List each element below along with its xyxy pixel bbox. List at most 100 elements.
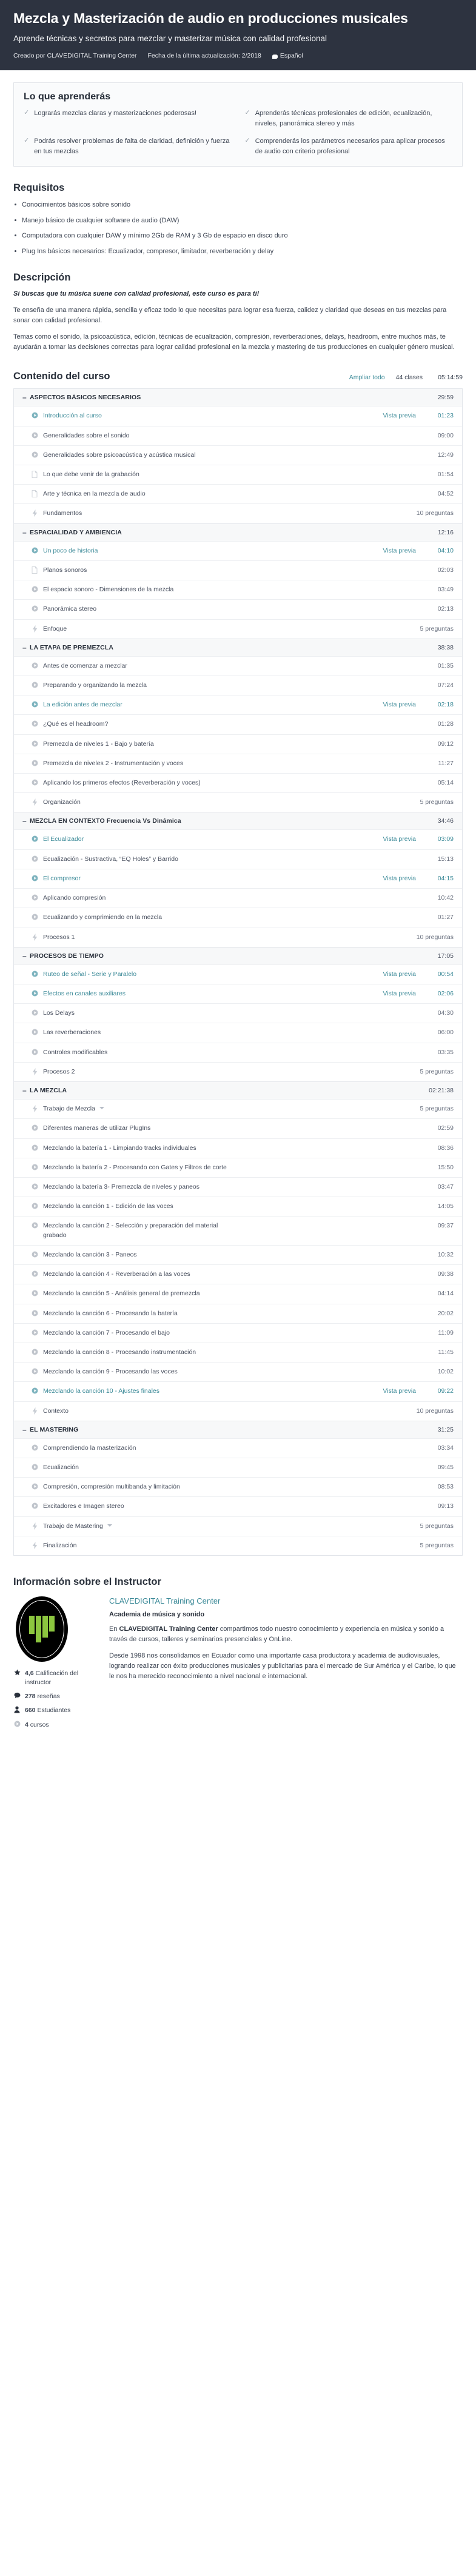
expand-all-link[interactable]: Ampliar todo [349, 374, 385, 381]
lecture-row[interactable]: Arte y técnica en la mezcla de audio 04:5… [14, 484, 462, 504]
preview-link[interactable]: Vista previa [383, 875, 416, 882]
curriculum-section-header[interactable]: – EL MASTERING 31:25 [14, 1421, 462, 1438]
curriculum-section-header[interactable]: – PROCESOS DE TIEMPO 17:05 [14, 947, 462, 964]
preview-link[interactable]: Vista previa [383, 990, 416, 997]
lecture-title: Mezclando la canción 5 - Análisis genera… [43, 1290, 200, 1298]
lecture-row[interactable]: Generalidades sobre psicoacústica y acús… [14, 445, 462, 465]
lecture-row[interactable]: Premezcla de niveles 1 - Bajo y batería 0… [14, 734, 462, 754]
lecture-meta: 04:30 [426, 1009, 454, 1017]
lecture-row[interactable]: Trabajo de Mastering 5 preguntas [14, 1516, 462, 1536]
chevron-down-icon[interactable] [107, 1524, 112, 1527]
preview-link[interactable]: Vista previa [383, 701, 416, 708]
requirements-title: Requisitos [13, 182, 65, 194]
preview-link[interactable]: Vista previa [383, 835, 416, 843]
curriculum-section-header[interactable]: – ASPECTOS BÁSICOS NECESARIOS 29:59 [14, 389, 462, 407]
curriculum-section-header[interactable]: – LA MEZCLA 02:21:38 [14, 1082, 462, 1100]
lecture-row[interactable]: Procesos 1 10 preguntas [14, 927, 462, 947]
lecture-row[interactable]: Enfoque 5 preguntas [14, 619, 462, 639]
preview-link[interactable]: Vista previa [383, 412, 416, 419]
description-section: Descripción Si buscas que tu música suen… [13, 272, 463, 353]
lecture-row[interactable]: Mezclando la canción 2 - Selección y pre… [14, 1216, 462, 1245]
lecture-row[interactable]: Efectos en canales auxiliares Vista previ… [14, 984, 462, 1004]
lecture-row[interactable]: Mezclando la canción 8 - Procesando inst… [14, 1342, 462, 1363]
play-icon [30, 1183, 39, 1190]
preview-link[interactable]: Vista previa [383, 1387, 416, 1395]
lecture-row[interactable]: ¿Qué es el headroom? 01:28 [14, 714, 462, 734]
lecture-row[interactable]: Generalidades sobre el sonido 09:00 [14, 425, 462, 445]
collapse-toggle-icon[interactable]: – [22, 1087, 30, 1094]
lecture-row[interactable]: Comprendiendo la masterización 03:34 [14, 1438, 462, 1458]
lecture-row[interactable]: Ecualización 09:45 [14, 1458, 462, 1478]
lecture-row[interactable]: El compresor Vista previa 04:15 [14, 868, 462, 889]
lecture-row[interactable]: Los Delays 04:30 [14, 1003, 462, 1023]
lecture-row[interactable]: Mezclando la canción 3 - Paneos 10:32 [14, 1244, 462, 1265]
lecture-row[interactable]: Ecualización - Sustractiva, “EQ Holes” y… [14, 849, 462, 869]
lecture-row[interactable]: Preparando y organizando la mezcla 07:24 [14, 675, 462, 695]
lecture-row[interactable]: Mezclando la canción 5 - Análisis genera… [14, 1284, 462, 1304]
curriculum-section: – EL MASTERING 31:25 Comprendiendo la maste… [14, 1420, 462, 1556]
lecture-row[interactable]: Premezcla de niveles 2 - Instrumentación… [14, 753, 462, 774]
lecture-title: Mezclando la canción 1 - Edición de las … [43, 1203, 173, 1210]
lecture-title: Las reverberaciones [43, 1029, 101, 1037]
collapse-toggle-icon[interactable]: – [22, 817, 30, 825]
collapse-toggle-icon[interactable]: – [22, 1426, 30, 1433]
preview-link[interactable]: Vista previa [383, 547, 416, 554]
chevron-down-icon[interactable] [99, 1107, 104, 1110]
lecture-row[interactable]: Antes de comenzar a mezclar 01:35 [14, 656, 462, 676]
lecture-row[interactable]: Un poco de historia Vista previa 04:10 [14, 540, 462, 560]
lecture-duration: 02:59 [437, 1124, 454, 1132]
comment-icon [13, 1692, 21, 1701]
collapse-toggle-icon[interactable]: – [22, 644, 30, 651]
lecture-title: Mezclando la canción 7 - Procesando el b… [43, 1329, 170, 1336]
lecture-row[interactable]: Excitadores e Imagen stereo 09:13 [14, 1496, 462, 1516]
lecture-row[interactable]: Controles modificables 03:35 [14, 1042, 462, 1062]
lecture-row[interactable]: Mezclando la canción 7 - Procesando el b… [14, 1323, 462, 1343]
lecture-row[interactable]: Lo que debe venir de la grabación 01:54 [14, 464, 462, 485]
lecture-row[interactable]: Mezclando la canción 6 - Procesando la b… [14, 1303, 462, 1323]
collapse-toggle-icon[interactable]: – [22, 529, 30, 536]
lecture-duration: 12:49 [437, 451, 454, 459]
play-icon [30, 760, 39, 766]
play-icon [30, 1270, 39, 1277]
lecture-row[interactable]: El espacio sonoro - Dimensiones de la me… [14, 580, 462, 600]
lecture-row[interactable]: Mezclando la batería 2 - Procesando con … [14, 1157, 462, 1177]
lecture-row[interactable]: Organización 5 preguntas [14, 792, 462, 812]
curriculum-section-header[interactable]: – LA ETAPA DE PREMEZCLA 38:38 [14, 639, 462, 656]
lecture-row[interactable]: Finalización 5 preguntas [14, 1535, 462, 1556]
lecture-row[interactable]: Trabajo de Mezcla 5 preguntas [14, 1099, 462, 1119]
course-meta: Creado por CLAVEDIGITAL Training Center … [13, 52, 463, 59]
lecture-row[interactable]: Aplicando los primeros efectos (Reverber… [14, 773, 462, 793]
learn-item-text: Comprenderás los parámetros necesarios p… [255, 138, 445, 155]
lecture-row[interactable]: Diferentes maneras de utilizar PlugIns 02… [14, 1118, 462, 1138]
lecture-row[interactable]: Contexto 10 preguntas [14, 1401, 462, 1421]
lecture-row[interactable]: Ruteo de señal - Serie y Paralelo Vista p… [14, 964, 462, 984]
lecture-row[interactable]: Mezclando la batería 3- Premezcla de niv… [14, 1177, 462, 1197]
lecture-row[interactable]: Procesos 2 5 preguntas [14, 1061, 462, 1082]
lecture-row[interactable]: Mezclando la canción 9 - Procesando las … [14, 1362, 462, 1382]
lecture-row[interactable]: Fundamentos 10 preguntas [14, 503, 462, 523]
lecture-row[interactable]: La edición antes de mezclar Vista previa 0… [14, 695, 462, 715]
lecture-row[interactable]: Panorámica stereo 02:13 [14, 599, 462, 619]
instructor-name-link[interactable]: CLAVEDIGITAL Training Center [109, 1596, 220, 1605]
curriculum-section-header[interactable]: – ESPACIALIDAD Y AMBIENCIA 12:16 [14, 523, 462, 541]
lecture-row[interactable]: Mezclando la batería 1 - Limpiando track… [14, 1138, 462, 1158]
lecture-row[interactable]: Ecualizando y comprimiendo en la mezcla 0… [14, 908, 462, 928]
lecture-row[interactable]: Planos sonoros 02:03 [14, 560, 462, 580]
preview-link[interactable]: Vista previa [383, 971, 416, 978]
description-title: Descripción [13, 272, 71, 284]
lecture-row[interactable]: Introducción al curso Vista previa 01:23 [14, 406, 462, 426]
collapse-toggle-icon[interactable]: – [22, 952, 30, 960]
lecture-title: Ruteo de señal - Serie y Paralelo [43, 970, 137, 978]
lecture-row[interactable]: Compresión, compresión multibanda y limi… [14, 1477, 462, 1497]
lecture-row[interactable]: Las reverberaciones 06:00 [14, 1023, 462, 1043]
lecture-row[interactable]: Aplicando compresión 10:42 [14, 888, 462, 908]
lecture-row[interactable]: El Ecualizador Vista previa 03:09 [14, 829, 462, 849]
lecture-row[interactable]: Mezclando la canción 10 - Ajustes finale… [14, 1381, 462, 1401]
collapse-toggle-icon[interactable]: – [22, 394, 30, 401]
curriculum-section-header[interactable]: – MEZCLA EN CONTEXTO Frecuencia Vs Dinámi… [14, 812, 462, 830]
lecture-row[interactable]: Mezclando la canción 4 - Reverberación a… [14, 1264, 462, 1284]
lecture-row[interactable]: Mezclando la canción 1 - Edición de las … [14, 1197, 462, 1217]
curriculum-section-duration: 29:59 [437, 394, 454, 402]
lecture-duration: 00:54 [437, 970, 454, 978]
requirement-item: Manejo básico de cualquier software de a… [13, 216, 463, 226]
